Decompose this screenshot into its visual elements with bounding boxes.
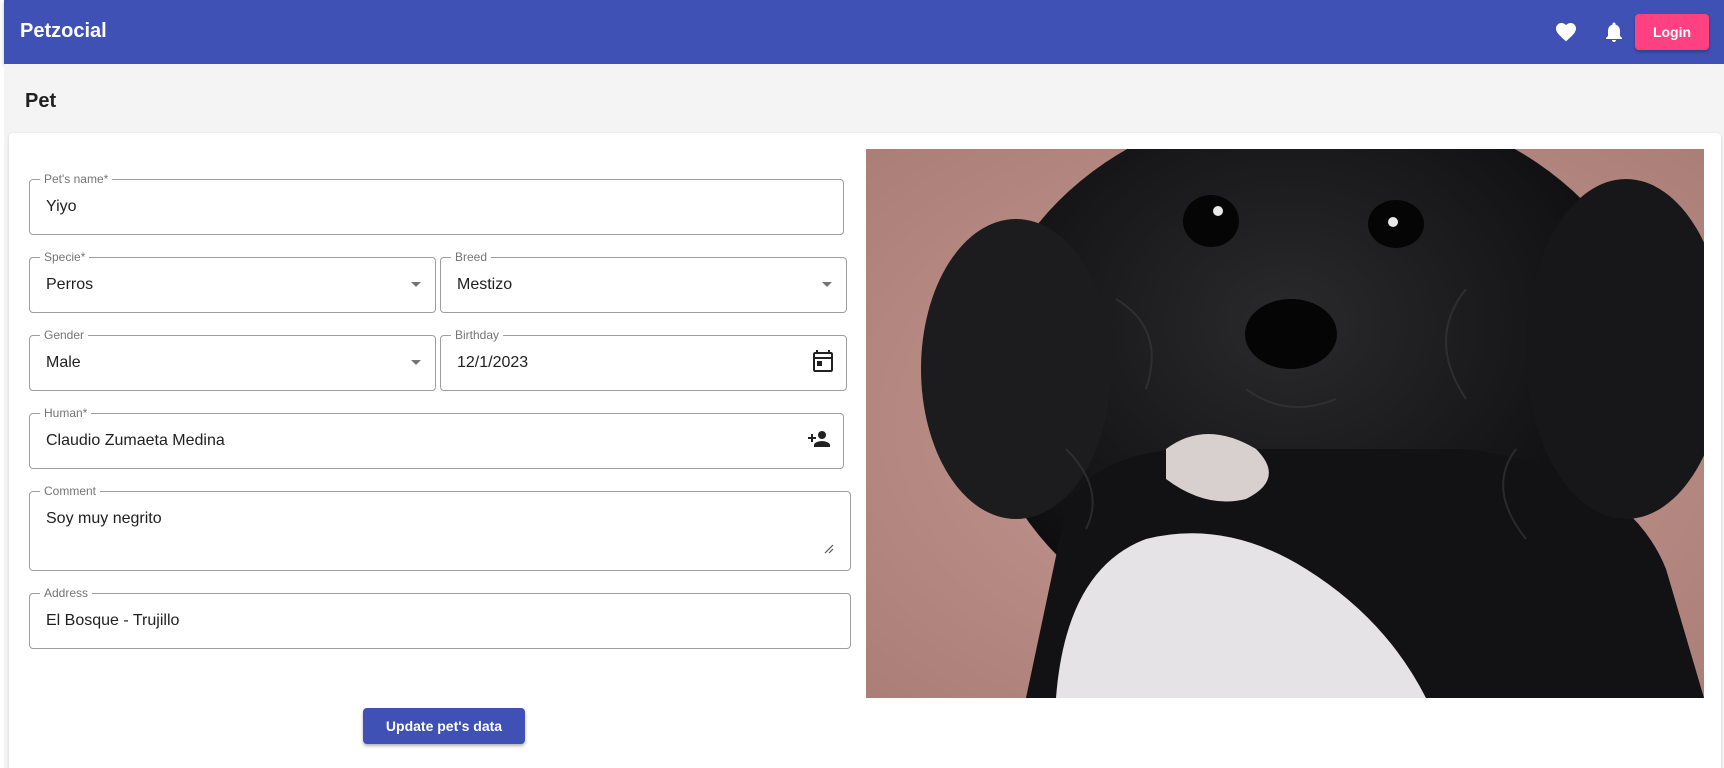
human-field[interactable]: Human* Claudio Zumaeta Medina: [29, 406, 844, 469]
calendar-icon[interactable]: [811, 349, 835, 373]
address-field[interactable]: Address El Bosque - Trujillo: [29, 586, 851, 649]
address-label: Address: [40, 586, 93, 600]
dropdown-arrow-icon[interactable]: [822, 282, 832, 287]
pet-name-value[interactable]: Yiyo: [46, 197, 77, 217]
dropdown-arrow-icon[interactable]: [411, 360, 421, 365]
specie-label: Specie*: [40, 250, 90, 264]
gender-value[interactable]: Male: [46, 353, 81, 373]
breed-value[interactable]: Mestizo: [457, 275, 512, 295]
specie-select[interactable]: Specie* Perros: [29, 250, 436, 313]
update-pet-button[interactable]: Update pet's data: [363, 708, 525, 744]
comment-textarea[interactable]: Comment Soy muy negrito: [29, 484, 851, 571]
breed-label: Breed: [451, 250, 492, 264]
gender-select[interactable]: Gender Male: [29, 328, 436, 391]
top-app-bar: Petzocial Login: [4, 0, 1724, 64]
comment-value[interactable]: Soy muy negrito: [46, 509, 162, 529]
notifications-icon[interactable]: [1602, 20, 1626, 44]
favorite-icon[interactable]: [1554, 20, 1578, 44]
resize-handle-icon[interactable]: [824, 544, 834, 554]
birthday-field[interactable]: Birthday 12/1/2023: [440, 328, 847, 391]
comment-label: Comment: [40, 484, 101, 498]
pet-photo: [866, 149, 1704, 698]
dropdown-arrow-icon[interactable]: [411, 282, 421, 287]
human-value[interactable]: Claudio Zumaeta Medina: [46, 431, 225, 451]
gender-label: Gender: [40, 328, 89, 342]
birthday-label: Birthday: [451, 328, 504, 342]
app-brand[interactable]: Petzocial: [20, 20, 107, 43]
specie-value[interactable]: Perros: [46, 275, 93, 295]
address-value[interactable]: El Bosque - Trujillo: [46, 611, 179, 631]
human-label: Human*: [40, 406, 92, 420]
pet-name-field[interactable]: Pet's name* Yiyo: [29, 172, 844, 235]
pet-name-label: Pet's name*: [40, 172, 113, 186]
page-title: Pet: [25, 90, 57, 112]
login-button[interactable]: Login: [1635, 14, 1709, 50]
person-add-icon[interactable]: [807, 427, 831, 451]
birthday-value[interactable]: 12/1/2023: [457, 353, 528, 373]
breed-select[interactable]: Breed Mestizo: [440, 250, 847, 313]
